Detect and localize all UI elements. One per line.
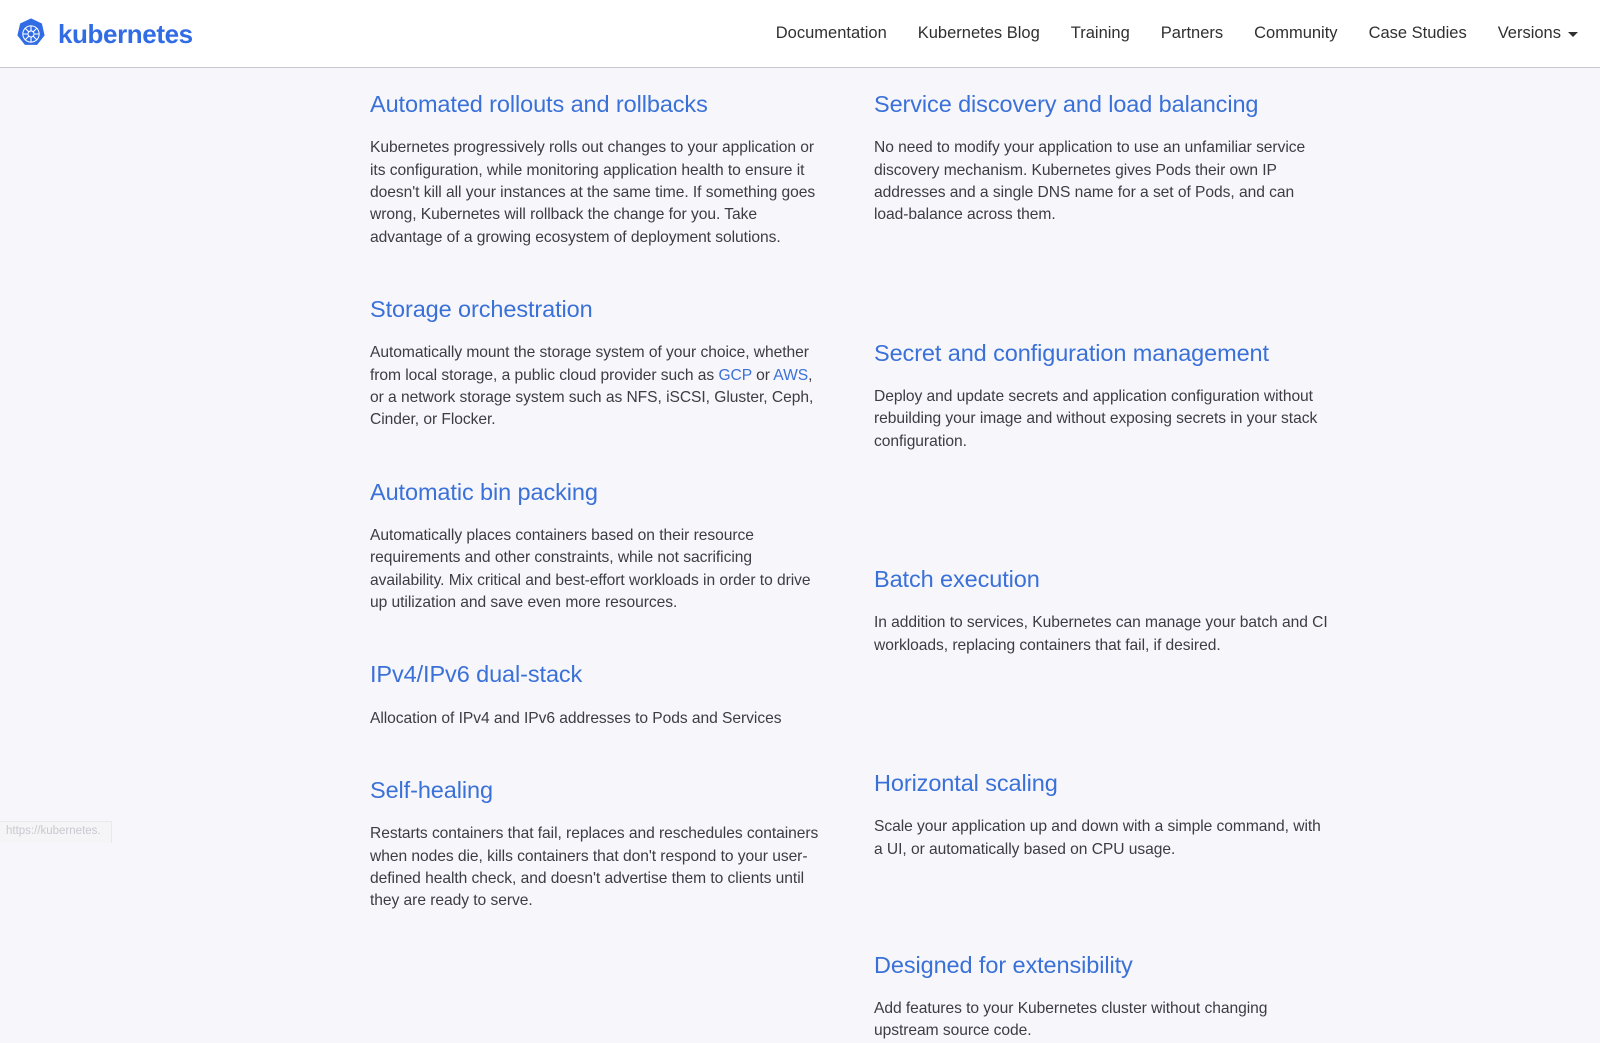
nav-item-training[interactable]: Training [1071,25,1130,42]
features-grid: Automated rollouts and rollbacks Kuberne… [0,68,1600,1043]
feature-service-discovery-and-load-balancing: Service discovery and load balancing No … [874,90,1378,227]
main-navigation: Documentation Kubernetes Blog Training P… [776,25,1582,42]
feature-horizontal-scaling: Horizontal scaling Scale your applicatio… [874,769,1378,861]
versions-label: Versions [1498,25,1561,42]
kubernetes-wheel-icon [14,17,48,51]
nav-item-community[interactable]: Community [1254,25,1337,42]
feature-title[interactable]: Automatic bin packing [370,478,824,506]
feature-body: No need to modify your application to us… [874,137,1328,227]
nav-item-partners[interactable]: Partners [1161,25,1223,42]
gcp-link[interactable]: GCP [718,367,751,384]
aws-link[interactable]: AWS [773,367,808,384]
feature-title[interactable]: Designed for extensibility [874,951,1328,979]
feature-automated-rollouts-and-rollbacks: Automated rollouts and rollbacks Kuberne… [370,90,874,249]
feature-title[interactable]: Service discovery and load balancing [874,90,1328,118]
feature-body: In addition to services, Kubernetes can … [874,612,1328,657]
feature-body: Add features to your Kubernetes cluster … [874,998,1328,1043]
feature-designed-for-extensibility: Designed for extensibility Add features … [874,951,1378,1043]
nav-item-case-studies[interactable]: Case Studies [1369,25,1467,42]
feature-title[interactable]: Batch execution [874,565,1328,593]
feature-ipv4-ipv6-dual-stack: IPv4/IPv6 dual-stack Allocation of IPv4 … [370,660,874,730]
feature-title[interactable]: Horizontal scaling [874,769,1328,797]
feature-body: Kubernetes progressively rolls out chang… [370,137,824,249]
feature-body: Deploy and update secrets and applicatio… [874,386,1328,453]
feature-title[interactable]: IPv4/IPv6 dual-stack [370,660,824,688]
features-left-column: Automated rollouts and rollbacks Kuberne… [370,76,874,1043]
feature-title[interactable]: Secret and configuration management [874,339,1328,367]
feature-self-healing: Self-healing Restarts containers that fa… [370,776,874,913]
chevron-down-icon [1568,32,1578,37]
nav-item-versions-dropdown[interactable]: Versions [1498,25,1578,42]
feature-secret-and-configuration-management: Secret and configuration management Depl… [874,339,1378,453]
brand-logo-link[interactable]: kubernetes [14,17,193,51]
site-header: kubernetes Documentation Kubernetes Blog… [0,0,1600,68]
feature-title[interactable]: Self-healing [370,776,824,804]
feature-body: Allocation of IPv4 and IPv6 addresses to… [370,708,824,730]
feature-body: Restarts containers that fail, replaces … [370,823,824,913]
nav-item-kubernetes-blog[interactable]: Kubernetes Blog [918,25,1040,42]
feature-body-text: or [752,367,773,384]
feature-body: Automatically places containers based on… [370,525,824,615]
features-right-column: Service discovery and load balancing No … [874,76,1378,1043]
feature-title[interactable]: Storage orchestration [370,295,824,323]
browser-status-bar-url: https://kubernetes. [0,821,112,843]
feature-automatic-bin-packing: Automatic bin packing Automatically plac… [370,478,874,615]
feature-storage-orchestration: Storage orchestration Automatically moun… [370,295,874,432]
features-section: Automated rollouts and rollbacks Kuberne… [0,68,1600,1043]
feature-title[interactable]: Automated rollouts and rollbacks [370,90,824,118]
feature-body: Scale your application up and down with … [874,816,1328,861]
nav-item-documentation[interactable]: Documentation [776,25,887,42]
feature-body: Automatically mount the storage system o… [370,342,824,432]
brand-name: kubernetes [58,21,193,47]
feature-batch-execution: Batch execution In addition to services,… [874,565,1378,657]
